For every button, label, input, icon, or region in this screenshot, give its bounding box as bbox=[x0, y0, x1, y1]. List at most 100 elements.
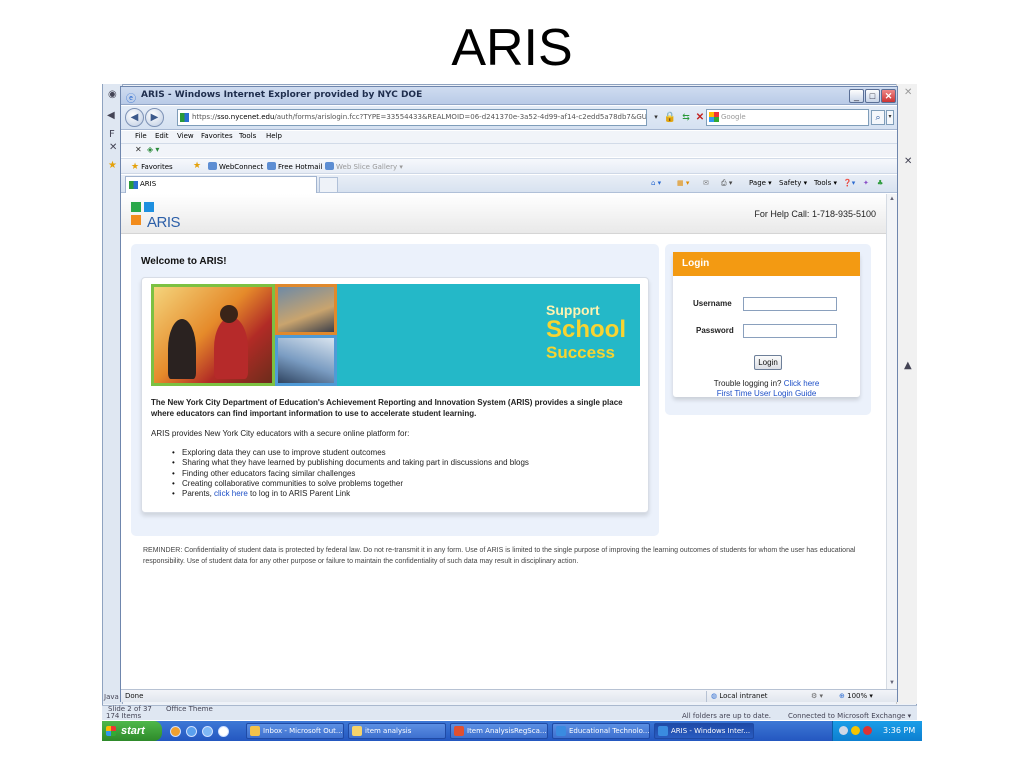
taskbar-item-aris[interactable]: ARIS - Windows Inter... bbox=[654, 723, 754, 739]
window-title: ARIS - Windows Internet Explorer provide… bbox=[141, 90, 423, 100]
lock-icon[interactable]: 🔒 bbox=[663, 110, 677, 125]
mail-icon[interactable]: ✉ bbox=[703, 179, 709, 187]
password-input[interactable] bbox=[743, 324, 837, 338]
ie-icon bbox=[658, 726, 668, 736]
forward-button[interactable]: ▶ bbox=[145, 108, 164, 127]
tools-menu[interactable]: Tools ▾ bbox=[814, 179, 837, 187]
search-icon[interactable]: ⌕ bbox=[871, 110, 885, 125]
minimize-button[interactable]: _ bbox=[849, 89, 864, 103]
vertical-scrollbar[interactable]: ▲ ▼ bbox=[886, 194, 897, 689]
page-menu[interactable]: Page ▾ bbox=[749, 179, 772, 187]
scroll-up-icon[interactable]: ▲ bbox=[904, 360, 912, 371]
fav-web-slice-gallery[interactable]: Web Slice Gallery ▾ bbox=[325, 162, 403, 171]
home-icon[interactable]: ⌂ ▾ bbox=[651, 179, 661, 187]
student-figure bbox=[214, 317, 248, 379]
security-zone[interactable]: ◍ Local intranet bbox=[711, 692, 768, 700]
parent-link-click-here[interactable]: click here bbox=[214, 489, 248, 498]
menu-file[interactable]: File bbox=[135, 132, 147, 140]
scroll-up-icon[interactable]: ▲ bbox=[887, 194, 897, 205]
quicklaunch-icon[interactable] bbox=[170, 726, 181, 737]
list-item-parents: Parents, click here to log in to ARIS Pa… bbox=[172, 489, 642, 500]
username-input[interactable] bbox=[743, 297, 837, 311]
menu-view[interactable]: View bbox=[177, 132, 194, 140]
zone-label: Local intranet bbox=[719, 692, 768, 700]
convert-icon[interactable]: ◈ ▾ bbox=[147, 145, 159, 154]
aris-favicon bbox=[129, 181, 138, 189]
fav-free-hotmail[interactable]: Free Hotmail bbox=[267, 162, 322, 171]
folder-icon bbox=[352, 726, 362, 736]
page-icon bbox=[267, 162, 276, 170]
student-head bbox=[220, 305, 238, 323]
close-button[interactable]: ✕ bbox=[881, 89, 896, 103]
url-path: /auth/forms/arislogin.fcc?TYPE=33554433&… bbox=[274, 113, 647, 121]
stop-icon[interactable]: ✕ bbox=[693, 110, 707, 125]
slide-title: ARIS bbox=[451, 19, 573, 77]
dropdown-icon[interactable]: ▾ bbox=[649, 110, 663, 125]
taskbar-item-label: ARIS - Windows Inter... bbox=[671, 727, 751, 735]
quicklaunch-icon[interactable] bbox=[218, 726, 229, 737]
tab-aris[interactable]: ARIS bbox=[125, 176, 317, 193]
menu-tools[interactable]: Tools bbox=[239, 132, 256, 140]
feeds-icon[interactable]: ▦ ▾ bbox=[677, 179, 689, 187]
students-photo bbox=[275, 335, 337, 386]
platform-intro: ARIS provides New York City educators wi… bbox=[151, 429, 410, 438]
taskbar-item-folder[interactable]: item analysis bbox=[348, 723, 446, 739]
menu-edit[interactable]: Edit bbox=[155, 132, 169, 140]
favorites-button[interactable]: ★ Favorites bbox=[131, 162, 173, 172]
menu-help[interactable]: Help bbox=[266, 132, 282, 140]
network-icon[interactable] bbox=[839, 726, 848, 735]
trouble-click-here-link[interactable]: Click here bbox=[784, 379, 820, 388]
status-done: Done bbox=[125, 692, 144, 700]
favorites-star-icon: ★ bbox=[131, 162, 140, 172]
welcome-title: Welcome to ARIS! bbox=[141, 256, 227, 267]
quicklaunch-icon[interactable] bbox=[202, 726, 213, 737]
close-icon[interactable]: ✕ bbox=[135, 145, 142, 154]
search-options-icon[interactable]: ▾ bbox=[886, 110, 894, 125]
taskbar-item-label: Educational Technolo... bbox=[569, 727, 650, 735]
page-viewport: ARIS For Help Call: 1-718-935-5100 Welco… bbox=[121, 194, 886, 689]
close-icon: ✕ bbox=[109, 142, 118, 153]
student-figure bbox=[168, 319, 196, 379]
feature-list: Exploring data they can use to improve s… bbox=[172, 448, 642, 500]
aris-logo[interactable]: ARIS bbox=[131, 202, 191, 231]
messenger-icon[interactable]: ♣ bbox=[877, 179, 883, 187]
parents-prefix: Parents, bbox=[182, 489, 215, 499]
background-right-strip: ✕ ✕ ▲ bbox=[896, 84, 917, 704]
aris-header: ARIS For Help Call: 1-718-935-5100 bbox=[121, 194, 886, 234]
print-icon[interactable]: ⎙ ▾ bbox=[721, 179, 732, 188]
url-input[interactable]: https://sso.nycenet.edu/auth/forms/arisl… bbox=[177, 109, 647, 126]
security-tray-icon[interactable] bbox=[863, 726, 872, 735]
taskbar-item-edtech[interactable]: Educational Technolo... bbox=[552, 723, 650, 739]
taskbar-item-analysis[interactable]: Item AnalysisRegSca... bbox=[450, 723, 548, 739]
title-bar[interactable]: ⓔ ARIS - Windows Internet Explorer provi… bbox=[121, 87, 897, 105]
first-time-user-guide-link[interactable]: First Time User Login Guide bbox=[673, 389, 860, 398]
refresh-icon[interactable]: ⇆ bbox=[679, 110, 693, 125]
start-button[interactable]: start bbox=[102, 721, 162, 741]
zoom-level[interactable]: ⊕ 100% ▾ bbox=[839, 692, 873, 700]
mail-tray-icon[interactable] bbox=[851, 726, 860, 735]
maximize-button[interactable]: □ bbox=[865, 89, 880, 103]
trouble-text: Trouble logging in? bbox=[713, 379, 784, 388]
help-call-text: For Help Call: 1-718-935-5100 bbox=[754, 209, 876, 219]
new-tab-button[interactable] bbox=[319, 177, 338, 192]
research-icon[interactable]: ✦ bbox=[863, 179, 869, 187]
login-button[interactable]: Login bbox=[754, 355, 782, 370]
add-favorite-icon[interactable]: ★ bbox=[193, 161, 201, 171]
safety-menu[interactable]: Safety ▾ bbox=[779, 179, 807, 187]
welcome-panel: Welcome to ARIS! Support School Success … bbox=[131, 244, 659, 536]
scroll-down-icon[interactable]: ▼ bbox=[887, 678, 897, 689]
star-icon: ★ bbox=[108, 160, 117, 171]
taskbar-item-outlook[interactable]: Inbox - Microsoft Out... bbox=[246, 723, 344, 739]
back-button[interactable]: ◀ bbox=[125, 108, 144, 127]
menu-favorites[interactable]: Favorites bbox=[201, 132, 233, 140]
protected-mode-icon[interactable]: ⚙ ▾ bbox=[811, 692, 823, 700]
background-status-strip: Slide 2 of 37 Office Theme 174 Items All… bbox=[102, 705, 917, 720]
close-icon[interactable]: ✕ bbox=[904, 156, 912, 167]
quicklaunch-icon[interactable] bbox=[186, 726, 197, 737]
help-icon[interactable]: ❓▾ bbox=[843, 179, 855, 187]
outlook-icon bbox=[250, 726, 260, 736]
search-input[interactable]: Google bbox=[706, 109, 869, 126]
menu-bar: File Edit View Favorites Tools Help bbox=[121, 131, 897, 144]
tab-bar: ARIS ⌂ ▾ ▦ ▾ ✉ ⎙ ▾ Page ▾ Safety ▾ Tools… bbox=[121, 175, 897, 193]
fav-webconnect[interactable]: WebConnect bbox=[208, 162, 263, 171]
